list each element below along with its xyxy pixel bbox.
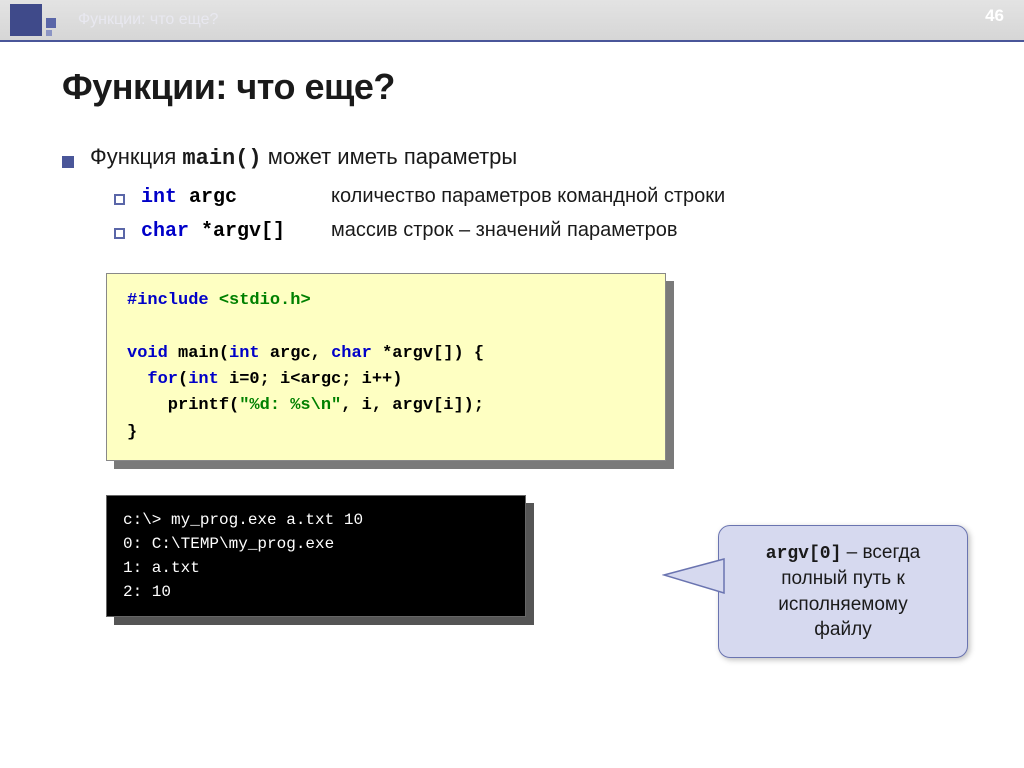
bullet-outline-icon bbox=[114, 228, 125, 239]
argc-desc: количество параметров командной строки bbox=[331, 185, 725, 208]
code-l6: } bbox=[127, 423, 137, 442]
code-l3b: main( bbox=[168, 344, 229, 363]
callout-t4: файлу bbox=[814, 619, 871, 640]
page-number: 46 bbox=[985, 6, 1004, 26]
sub-bullet-argv: char *argv[] массив строк – значений пар… bbox=[114, 219, 964, 243]
callout-code: argv[0] bbox=[766, 544, 842, 564]
argv-desc: массив строк – значений параметров bbox=[331, 219, 677, 242]
callout-box: argv[0] – всегда полный путь к исполняем… bbox=[718, 525, 968, 658]
argv-code: char *argv[] bbox=[141, 219, 331, 243]
bullet-suffix: может иметь параметры bbox=[262, 144, 518, 169]
argc-keyword: int bbox=[141, 186, 177, 209]
slide: Функции: что еще? 46 Функции: что еще? Ф… bbox=[0, 0, 1024, 768]
code-header: <stdio.h> bbox=[209, 291, 311, 310]
bullet-code: main() bbox=[182, 146, 261, 171]
callout-t1: – всегда bbox=[841, 542, 920, 563]
code-l4b: ( bbox=[178, 370, 188, 389]
bullet-outline-icon bbox=[114, 194, 125, 205]
argc-code: int argc bbox=[141, 185, 331, 209]
code-fmt: "%d: %s\n" bbox=[239, 396, 341, 415]
code-l5a: printf( bbox=[127, 396, 239, 415]
code-block: #include <stdio.h> void main(int argc, c… bbox=[106, 273, 666, 461]
code-int2: int bbox=[188, 370, 219, 389]
code-l5c: , i, argv[i]); bbox=[341, 396, 484, 415]
code-l4d: i=0; i<argc; i++) bbox=[219, 370, 403, 389]
code-l3f: *argv[]) { bbox=[372, 344, 484, 363]
code-char: char bbox=[331, 344, 372, 363]
bullet-prefix: Функция bbox=[90, 144, 182, 169]
code-void: void bbox=[127, 344, 168, 363]
argc-name: argc bbox=[177, 186, 237, 209]
argv-keyword: char bbox=[141, 220, 189, 243]
bullet-main: Функция main() может иметь параметры bbox=[62, 144, 964, 171]
deco-square-large bbox=[10, 4, 42, 36]
code-for: for bbox=[127, 370, 178, 389]
bullet-main-text: Функция main() может иметь параметры bbox=[90, 144, 517, 171]
code-int1: int bbox=[229, 344, 260, 363]
code-include: #include bbox=[127, 291, 209, 310]
breadcrumb: Функции: что еще? bbox=[78, 11, 218, 29]
code-example: #include <stdio.h> void main(int argc, c… bbox=[106, 273, 666, 461]
deco-square-small bbox=[46, 18, 56, 28]
slide-title: Функции: что еще? bbox=[62, 66, 964, 108]
bullet-square-icon bbox=[62, 156, 74, 168]
terminal-output: c:\> my_prog.exe a.txt 10 0: C:\TEMP\my_… bbox=[106, 495, 526, 617]
callout: argv[0] – всегда полный путь к исполняем… bbox=[718, 525, 968, 658]
sub-bullet-argc: int argc количество параметров командной… bbox=[114, 185, 964, 209]
deco-square-col bbox=[46, 18, 56, 36]
deco-square-xs bbox=[46, 30, 52, 36]
terminal-block: c:\> my_prog.exe a.txt 10 0: C:\TEMP\my_… bbox=[106, 495, 526, 617]
callout-t3: исполняемому bbox=[778, 594, 907, 615]
argv-name: *argv[] bbox=[189, 220, 285, 243]
callout-t2: полный путь к bbox=[781, 568, 905, 589]
header-decoration bbox=[10, 4, 56, 36]
code-l3d: argc, bbox=[260, 344, 331, 363]
slide-header: Функции: что еще? 46 bbox=[0, 0, 1024, 40]
